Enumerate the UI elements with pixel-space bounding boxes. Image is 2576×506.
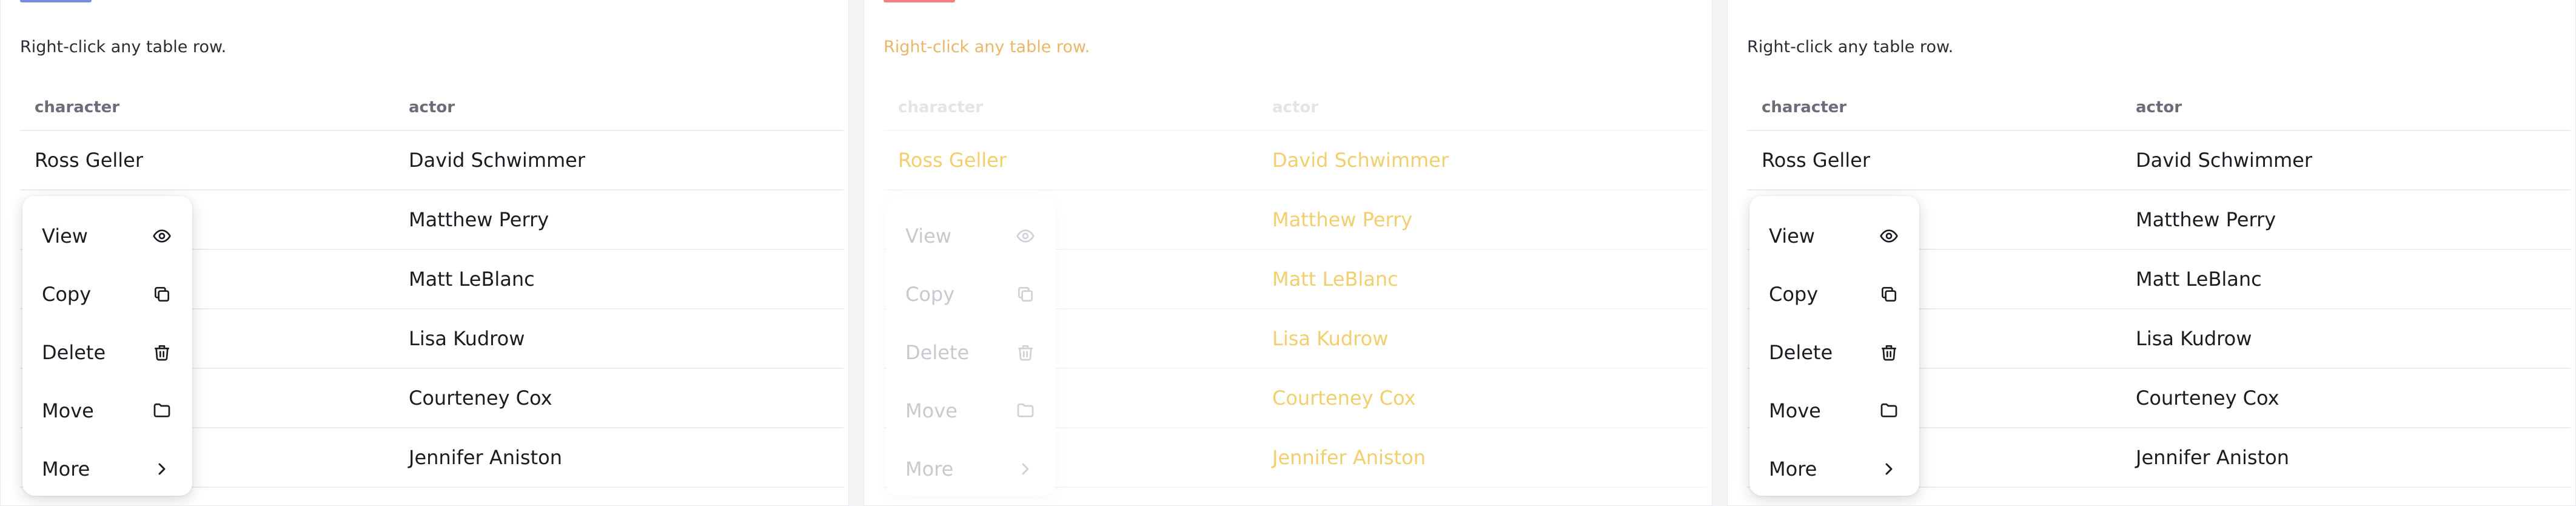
trash-icon <box>1016 343 1035 362</box>
cell-actor: Matthew Perry <box>1272 208 1413 231</box>
menu-item-label: Move <box>1769 399 1821 422</box>
menu-item-label: View <box>1769 224 1815 248</box>
menu-item-more[interactable]: More <box>1749 440 1919 498</box>
cell-actor: Matt LeBlanc <box>2136 268 2262 291</box>
menu-item-delete[interactable]: Delete <box>1749 323 1919 382</box>
demo-panel-fading: Right-click any table row. character act… <box>864 0 1712 506</box>
chevron-right-icon <box>1879 459 1899 479</box>
folder-icon <box>1016 401 1035 420</box>
copy-icon <box>1879 285 1899 304</box>
cell-character: Ross Geller <box>1762 149 1870 172</box>
hint-text: Right-click any table row. <box>1747 38 1954 56</box>
header-actor: actor <box>1272 98 1319 116</box>
cell-actor: Matthew Perry <box>2136 208 2276 231</box>
hint-text: Right-click any table row. <box>884 38 1090 56</box>
cell-character: Ross Geller <box>898 149 1007 172</box>
eye-icon <box>1016 226 1035 246</box>
header-actor: actor <box>409 98 455 116</box>
cell-actor: Courteney Cox <box>2136 386 2279 410</box>
cell-actor: David Schwimmer <box>2136 149 2312 172</box>
menu-item-move[interactable]: Move <box>22 382 192 440</box>
demo-panel-open: Right-click any table row. character act… <box>0 0 849 506</box>
header-character: character <box>35 98 120 116</box>
header-character: character <box>1762 98 1847 116</box>
menu-item-label: View <box>42 224 88 248</box>
menu-item-view[interactable]: View <box>22 207 192 265</box>
cell-actor: Jennifer Aniston <box>2136 446 2289 469</box>
cell-actor: Courteney Cox <box>1272 386 1416 410</box>
cell-actor: Courteney Cox <box>409 386 552 410</box>
cell-character: Ross Geller <box>35 149 143 172</box>
table-row[interactable]: Ross Geller David Schwimmer <box>884 131 1707 191</box>
context-menu: View Copy Delete Move More <box>886 196 1056 496</box>
context-menu: View Copy Delete Move More <box>22 196 192 496</box>
table-header: character actor <box>20 84 844 131</box>
menu-item-delete[interactable]: Delete <box>22 323 192 382</box>
eye-icon <box>152 226 172 246</box>
menu-item-copy[interactable]: Copy <box>1749 265 1919 323</box>
top-accent-strip <box>20 0 92 2</box>
menu-item-label: Copy <box>1769 283 1819 306</box>
context-menu: View Copy Delete Move More <box>1749 196 1919 496</box>
table-row[interactable]: Ross Geller David Schwimmer <box>1747 131 2571 191</box>
menu-item-label: Move <box>905 399 958 422</box>
table-row[interactable]: Ross Geller David Schwimmer <box>20 131 844 191</box>
eye-icon <box>1879 226 1899 246</box>
demo-panel-open-2: Right-click any table row. character act… <box>1727 0 2576 506</box>
menu-item-label: Delete <box>1769 341 1833 364</box>
menu-item-delete[interactable]: Delete <box>886 323 1056 382</box>
menu-item-label: Copy <box>42 283 92 306</box>
chevron-right-icon <box>152 459 172 479</box>
cell-actor: David Schwimmer <box>1272 149 1449 172</box>
cell-actor: Lisa Kudrow <box>1272 327 1389 350</box>
menu-item-copy[interactable]: Copy <box>22 265 192 323</box>
menu-item-label: More <box>1769 457 1817 481</box>
copy-icon <box>1016 285 1035 304</box>
hint-text: Right-click any table row. <box>20 38 227 56</box>
menu-item-label: Delete <box>905 341 970 364</box>
menu-item-copy[interactable]: Copy <box>886 265 1056 323</box>
table-header: character actor <box>1747 84 2571 131</box>
cell-actor: Matt LeBlanc <box>409 268 535 291</box>
menu-item-move[interactable]: Move <box>886 382 1056 440</box>
chevron-right-icon <box>1016 459 1035 479</box>
folder-icon <box>1879 401 1899 420</box>
cell-actor: Jennifer Aniston <box>409 446 562 469</box>
menu-item-more[interactable]: More <box>22 440 192 498</box>
cell-actor: Jennifer Aniston <box>1272 446 1426 469</box>
cell-actor: Lisa Kudrow <box>2136 327 2252 350</box>
menu-item-label: View <box>905 224 951 248</box>
menu-item-label: Copy <box>905 283 955 306</box>
top-accent-strip <box>884 0 955 2</box>
trash-icon <box>1879 343 1899 362</box>
cell-actor: Matt LeBlanc <box>1272 268 1398 291</box>
menu-item-view[interactable]: View <box>1749 207 1919 265</box>
header-character: character <box>898 98 984 116</box>
table-header: character actor <box>884 84 1707 131</box>
cell-actor: David Schwimmer <box>409 149 585 172</box>
cell-actor: Lisa Kudrow <box>409 327 525 350</box>
cell-actor: Matthew Perry <box>409 208 549 231</box>
folder-icon <box>152 401 172 420</box>
header-actor: actor <box>2136 98 2182 116</box>
trash-icon <box>152 343 172 362</box>
menu-item-view[interactable]: View <box>886 207 1056 265</box>
menu-item-more[interactable]: More <box>886 440 1056 498</box>
copy-icon <box>152 285 172 304</box>
menu-item-label: More <box>905 457 954 481</box>
menu-item-label: More <box>42 457 90 481</box>
menu-item-label: Delete <box>42 341 106 364</box>
menu-item-move[interactable]: Move <box>1749 382 1919 440</box>
menu-item-label: Move <box>42 399 94 422</box>
